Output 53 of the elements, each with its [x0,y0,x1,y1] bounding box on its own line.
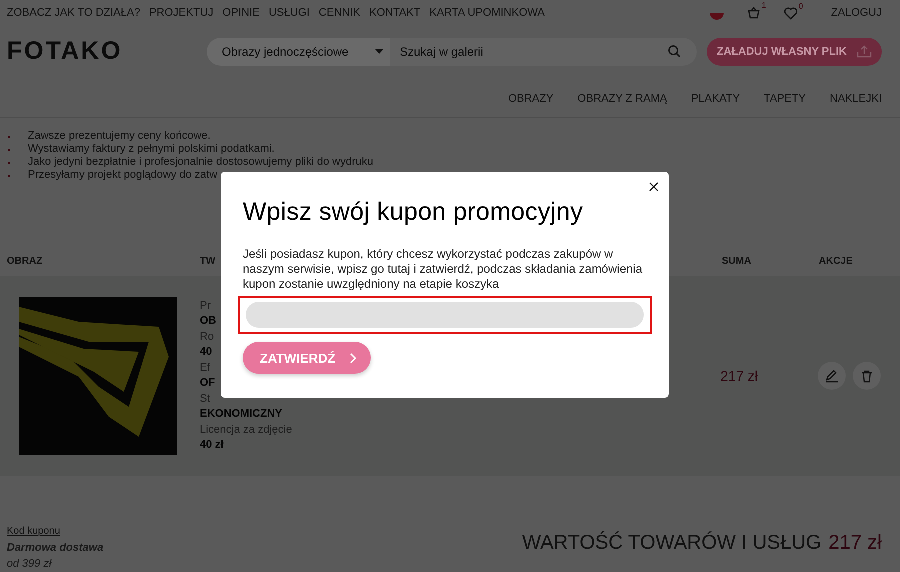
search-button[interactable] [665,38,697,66]
detail-value: OB [200,314,218,328]
search-field[interactable]: Szukaj w galerii [390,38,665,66]
column-header: OBRAZ [7,256,44,266]
detail-value: OF [200,376,216,390]
heart-icon[interactable] [784,6,798,20]
cart-count: 1 [762,2,766,10]
column-header: TW [200,256,217,266]
free-shipping-text: Darmowa dostawa [7,541,104,556]
nav-link[interactable]: KARTA UPOMINKOWA [430,7,545,19]
coupon-link[interactable]: Kod kuponu [7,524,104,540]
detail-value: EKONOMICZNY [200,406,284,422]
delete-button[interactable] [853,362,881,390]
nav-link[interactable]: USŁUGI [268,7,310,19]
total-label: WARTOŚĆ TOWARÓW I USŁUG [522,532,822,555]
edit-button[interactable] [818,362,846,390]
category-link[interactable]: TAPETY [764,92,806,104]
close-icon[interactable] [649,182,659,192]
pencil-icon [825,369,839,383]
dialog-description: Jeśli posiadasz kupon, który chcesz wykorzystać podczas zakupów w naszym serwisie, wpisz go tutaj i zatwierdź, podczas składania zamówienia kupon zostanie uwzględniony na etapie koszyka [243,247,644,292]
category-select[interactable]: Obrazy jednoczęściowe [207,38,390,66]
category-link[interactable]: NAKLEJKI [830,92,882,104]
login-link[interactable]: ZALOGUJ [831,7,882,19]
benefit-text: Zawsze prezentujemy ceny końcowe. [28,130,211,143]
basket-icon[interactable] [747,6,762,20]
dialog-title: Wpisz swój kupon promocyjny [243,198,584,227]
total-value: 217 zł [828,532,882,555]
coupon-field[interactable] [246,302,644,328]
column-header: SUMA [722,256,752,266]
benefit-text: Jako jedyni bezpłatnie i profesjonalnie dostosowujemy pliki do wydruku [28,156,374,169]
category-link[interactable]: OBRAZY [508,92,554,104]
nav-link[interactable]: KONTAKT [369,7,421,19]
detail-value: 40 zł [200,438,225,452]
logo[interactable]: FOTAKO [7,37,207,66]
nav-link[interactable]: OPINIE [222,7,260,19]
benefit-text: Przesyłamy projekt poglądowy do zatw [28,169,218,182]
nav-link[interactable]: PROJEKTUJ [149,7,214,19]
row-sum: 217 zł [720,368,758,384]
wishlist-count: 0 [798,2,804,10]
caret-icon [375,49,384,54]
upload-button[interactable]: ZAŁADUJ WŁASNY PLIK [707,38,882,66]
search-icon [668,45,681,58]
column-header: AKCJE [819,256,853,266]
trash-icon [861,370,873,382]
chevron-icon [350,352,357,364]
nav-link[interactable]: ZOBACZ JAK TO DZIAŁA? [7,7,140,19]
benefit-text: Wystawiamy faktury z pełnymi polskimi podatkami. [28,143,275,156]
upload-icon [857,45,872,58]
submit-button[interactable]: ZATWIERDŹ [243,342,371,374]
free-shipping-threshold: od 399 zł [7,557,53,572]
nav-link[interactable]: CENNIK [318,7,360,19]
category-link[interactable]: PLAKATY [691,92,740,104]
category-link[interactable]: OBRAZY Z RAMĄ [578,92,668,104]
